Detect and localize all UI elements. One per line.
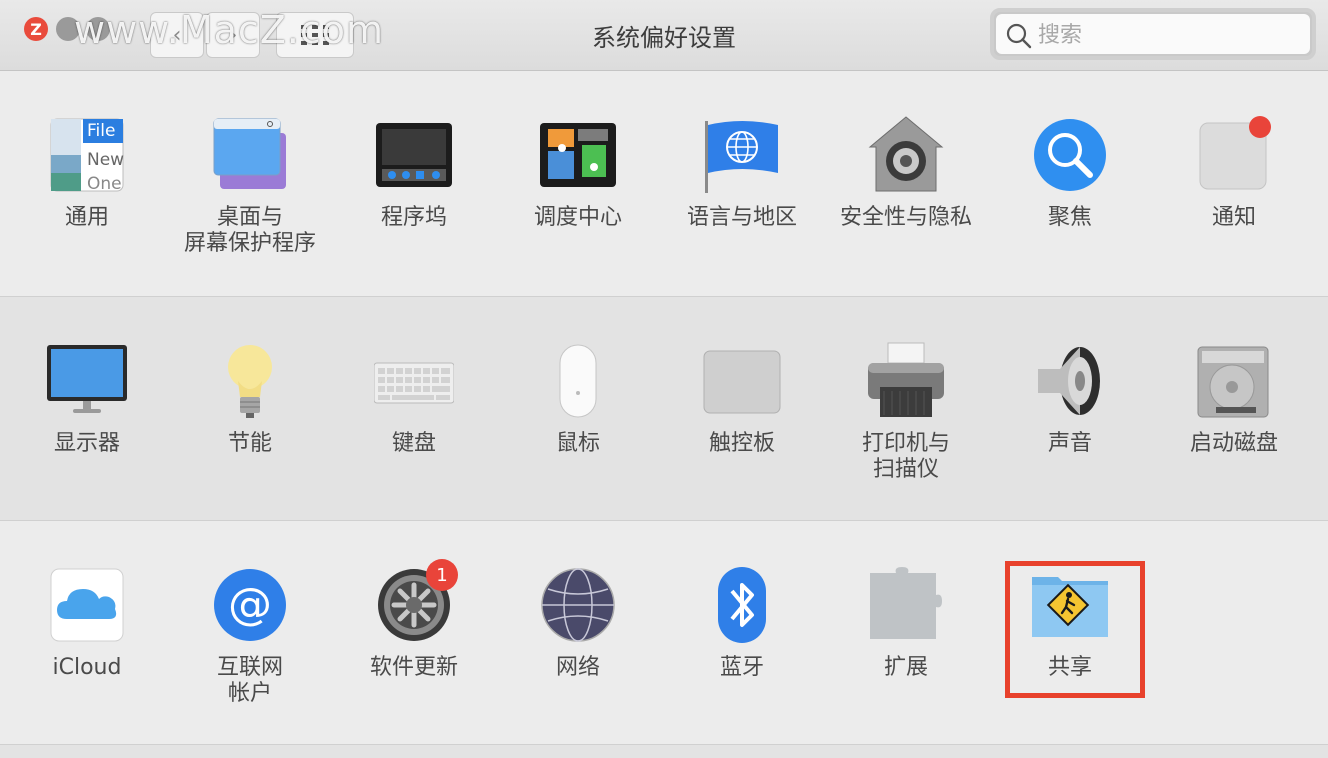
pane-security-privacy[interactable]: 安全性与隐私 bbox=[824, 115, 988, 265]
pane-sound[interactable]: 声音 bbox=[988, 341, 1152, 491]
language-region-icon bbox=[702, 115, 782, 195]
keyboard-icon bbox=[374, 341, 454, 421]
pane-label: 鼠标 bbox=[555, 431, 600, 456]
section-hardware: 显示器 节能 键盘 鼠标 触控板 打印机与 扫描仪 声音 启动磁盘 bbox=[0, 297, 1328, 521]
extensions-icon bbox=[866, 565, 946, 645]
pane-label: 键盘 bbox=[391, 431, 436, 456]
internet-accounts-icon: @ bbox=[210, 565, 290, 645]
pane-language-region[interactable]: 语言与地区 bbox=[660, 115, 824, 265]
desktop-screensaver-icon bbox=[210, 115, 290, 195]
network-icon bbox=[538, 565, 618, 645]
pane-bluetooth[interactable]: 蓝牙 bbox=[660, 565, 824, 715]
mission-control-icon bbox=[538, 115, 618, 195]
pane-label: 蓝牙 bbox=[719, 655, 764, 680]
printers-scanners-icon bbox=[866, 341, 946, 421]
pane-notifications[interactable]: 通知 bbox=[1152, 115, 1316, 265]
section-bottom bbox=[0, 745, 1328, 758]
section-internet-wireless: iCloud @ 互联网 帐户 1 软件更新 网络 蓝牙 扩展 共享 bbox=[0, 521, 1328, 745]
pane-label: 显示器 bbox=[53, 431, 120, 456]
pane-startup-disk[interactable]: 启动磁盘 bbox=[1152, 341, 1316, 491]
toolbar: Z ‹ › www.MacZ.com 系统偏好设置 bbox=[0, 0, 1328, 71]
mouse-icon bbox=[538, 341, 618, 421]
pane-label: 节能 bbox=[227, 431, 272, 456]
security-privacy-icon bbox=[866, 115, 946, 195]
pane-label: 通用 bbox=[64, 205, 109, 230]
pane-label: 调度中心 bbox=[533, 205, 622, 230]
pane-label: 扩展 bbox=[883, 655, 928, 680]
pane-network[interactable]: 网络 bbox=[496, 565, 660, 715]
search-field[interactable] bbox=[990, 8, 1316, 60]
pane-label: 语言与地区 bbox=[686, 205, 797, 230]
bluetooth-icon bbox=[702, 565, 782, 645]
file-menu-text: File bbox=[87, 121, 115, 141]
pane-label: 打印机与 扫描仪 bbox=[861, 431, 950, 482]
pane-label: 软件更新 bbox=[369, 655, 458, 680]
sharing-icon bbox=[1030, 565, 1110, 645]
pane-mission-control[interactable]: 调度中心 bbox=[496, 115, 660, 265]
pane-dock[interactable]: 程序坞 bbox=[332, 115, 496, 265]
pane-label: 通知 bbox=[1211, 205, 1256, 230]
pane-icloud[interactable]: iCloud bbox=[5, 565, 169, 715]
pane-label: 互联网 帐户 bbox=[216, 655, 283, 706]
pane-label: 聚焦 bbox=[1047, 205, 1092, 230]
pane-keyboard[interactable]: 键盘 bbox=[332, 341, 496, 491]
section-personal: File New One 通用 桌面与 屏幕保护程序 程序坞 调度中心 语言与地… bbox=[0, 71, 1328, 297]
pane-trackpad[interactable]: 触控板 bbox=[660, 341, 824, 491]
spotlight-icon bbox=[1030, 115, 1110, 195]
pane-spotlight[interactable]: 聚焦 bbox=[988, 115, 1152, 265]
pane-software-update[interactable]: 1 软件更新 bbox=[332, 559, 496, 715]
pane-internet-accounts[interactable]: @ 互联网 帐户 bbox=[168, 565, 332, 715]
pane-label: 共享 bbox=[1047, 655, 1092, 680]
pane-label: 安全性与隐私 bbox=[839, 205, 972, 230]
dock-icon bbox=[374, 115, 454, 195]
displays-icon bbox=[47, 341, 127, 421]
pane-displays[interactable]: 显示器 bbox=[5, 341, 169, 491]
pane-label: 触控板 bbox=[708, 431, 775, 456]
icloud-icon bbox=[47, 565, 127, 645]
general-icon: File New One bbox=[47, 115, 127, 195]
pane-label: 桌面与 屏幕保护程序 bbox=[183, 205, 316, 256]
pane-label: 程序坞 bbox=[380, 205, 447, 230]
pane-energy-saver[interactable]: 节能 bbox=[168, 341, 332, 491]
pane-label: 启动磁盘 bbox=[1189, 431, 1278, 456]
energy-saver-icon bbox=[210, 341, 290, 421]
pane-desktop-screensaver[interactable]: 桌面与 屏幕保护程序 bbox=[168, 115, 332, 265]
update-count-badge: 1 bbox=[426, 559, 458, 591]
pane-extensions[interactable]: 扩展 bbox=[824, 565, 988, 715]
pane-general[interactable]: File New One 通用 bbox=[5, 115, 169, 265]
notifications-icon bbox=[1194, 115, 1274, 195]
pane-label: 声音 bbox=[1047, 431, 1092, 456]
search-icon bbox=[1006, 23, 1032, 49]
at-sign-glyph: @ bbox=[228, 579, 272, 630]
pane-printers-scanners[interactable]: 打印机与 扫描仪 bbox=[824, 341, 988, 491]
startup-disk-icon bbox=[1194, 341, 1274, 421]
pane-sharing[interactable]: 共享 bbox=[988, 565, 1152, 715]
pane-label: 网络 bbox=[555, 655, 600, 680]
pane-mouse[interactable]: 鼠标 bbox=[496, 341, 660, 491]
new-menu-text: New bbox=[87, 150, 124, 170]
software-update-icon: 1 bbox=[374, 559, 458, 645]
sound-icon bbox=[1030, 341, 1110, 421]
search-input[interactable] bbox=[1036, 14, 1300, 56]
trackpad-icon bbox=[702, 341, 782, 421]
open-menu-text: One bbox=[87, 174, 122, 194]
pane-label: iCloud bbox=[52, 655, 122, 680]
